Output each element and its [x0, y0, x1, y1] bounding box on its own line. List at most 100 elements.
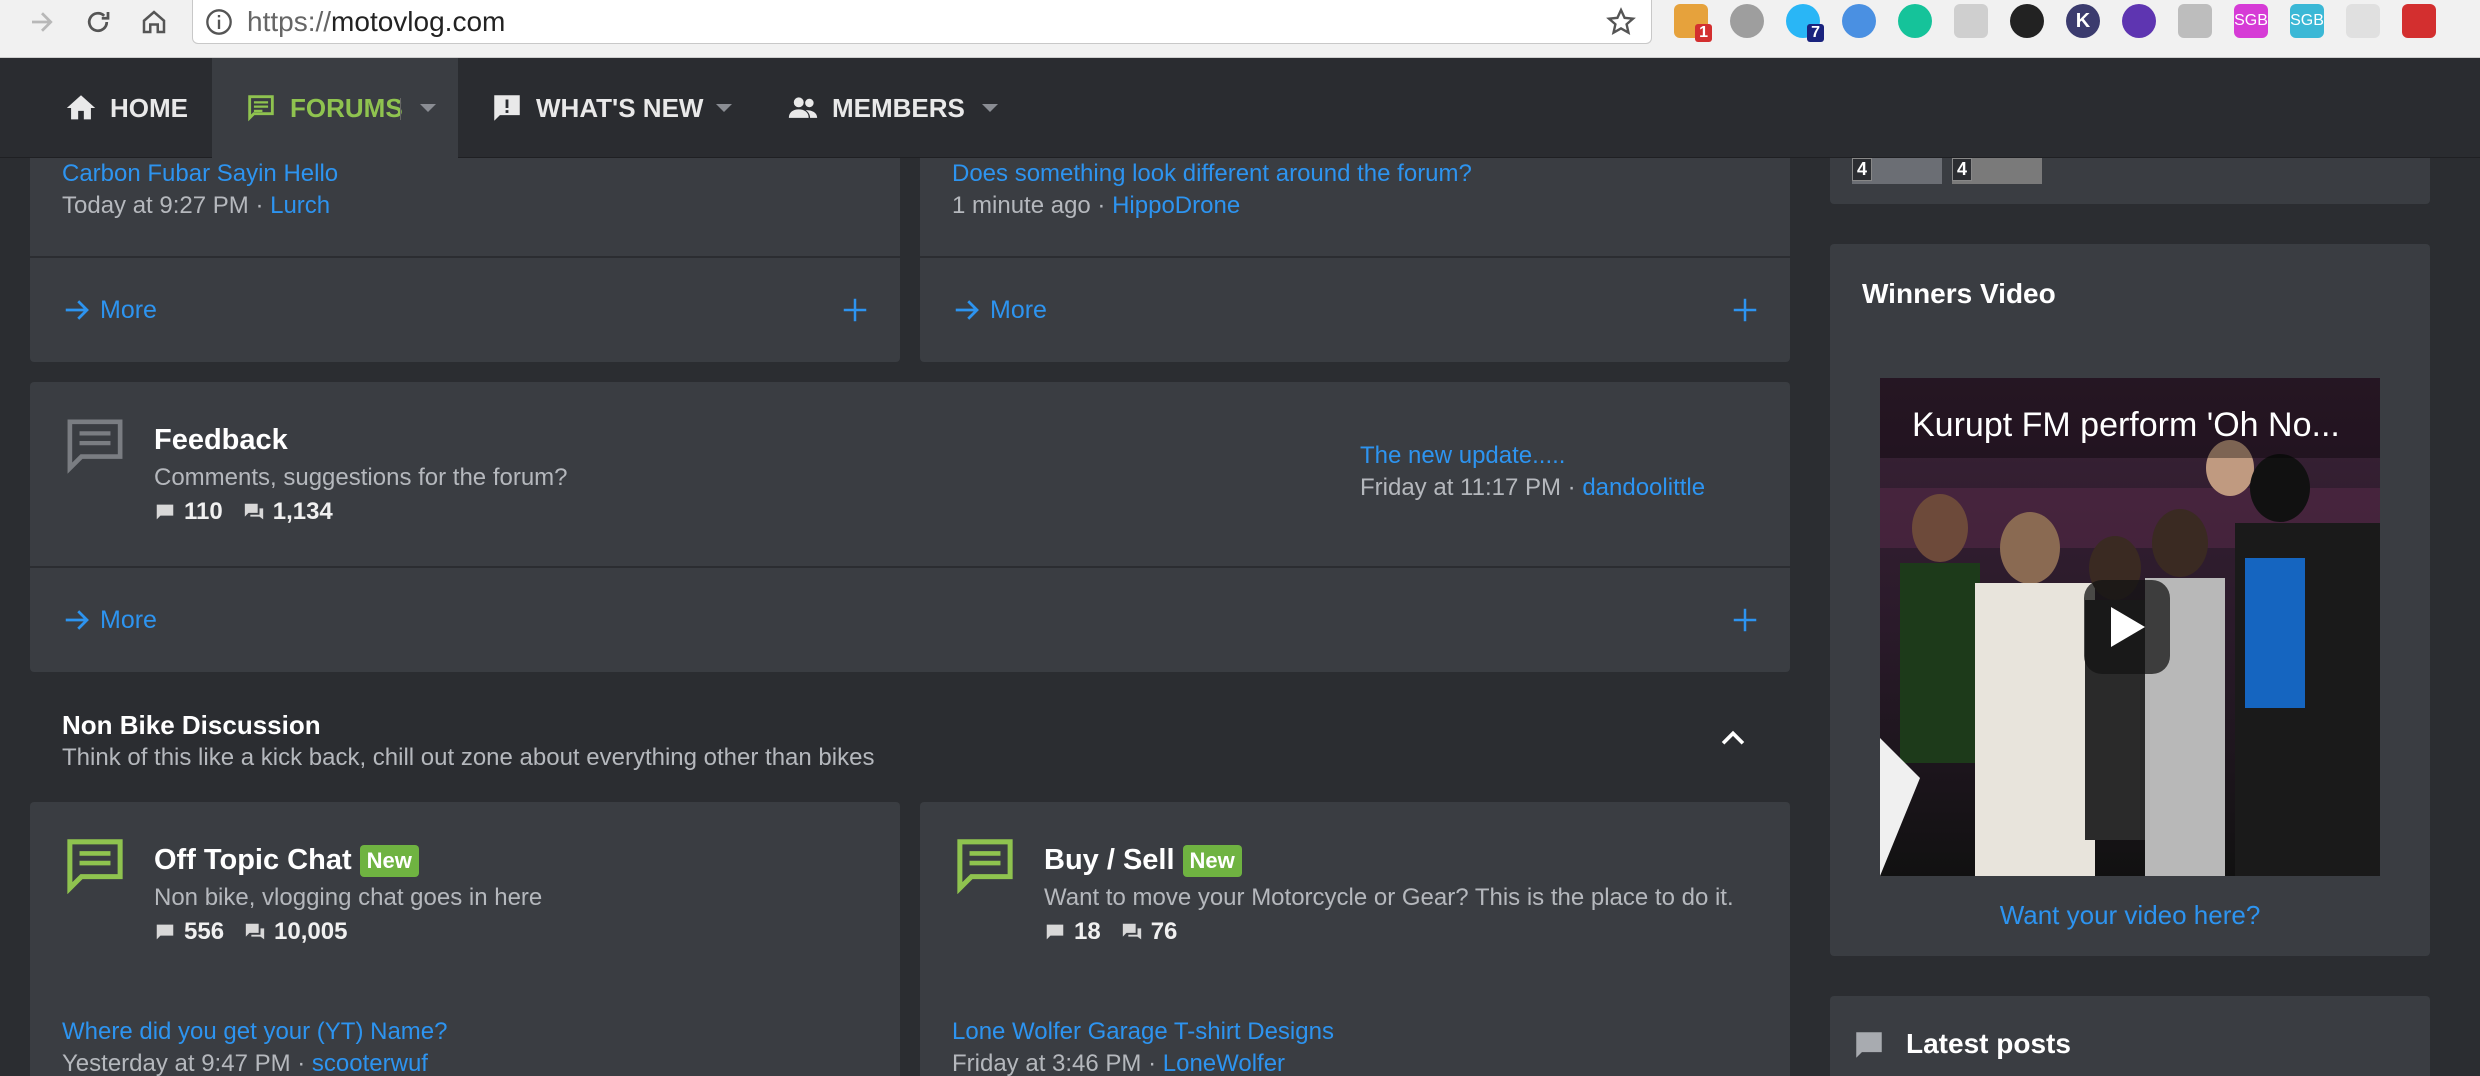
video-cta-link[interactable]: Want your video here? — [1830, 900, 2430, 931]
last-post-title[interactable]: Lone Wolfer Garage T-shirt Designs — [952, 1018, 1334, 1046]
video-play-button[interactable] — [2084, 580, 2170, 674]
last-post-thread-link[interactable]: Carbon Fubar Sayin Hello — [62, 160, 338, 187]
new-badge: New — [1182, 844, 1242, 877]
last-post-thread-link[interactable]: Does something look different around the… — [952, 160, 1472, 187]
more-link[interactable]: More — [100, 606, 157, 635]
plus-icon[interactable] — [840, 295, 870, 325]
avatar-count-badge: 4 — [1952, 158, 1973, 181]
extension-note-icon[interactable] — [2346, 4, 2380, 38]
forum-stats: 556 10,005 — [154, 918, 347, 946]
threads-count: 556 — [184, 918, 225, 945]
last-post-meta: 1 minute ago · HippoDrone — [952, 192, 1241, 219]
nav-forums[interactable]: FORUMS — [212, 58, 458, 158]
last-post-time: 1 minute ago — [952, 192, 1091, 219]
forum-description: Want to move your Motorcycle or Gear? Th… — [1044, 884, 1734, 911]
extension-puzzle-icon[interactable] — [2178, 4, 2212, 38]
nav-members-label: MEMBERS — [832, 92, 965, 123]
extension-k-icon[interactable]: K — [2066, 4, 2100, 38]
reload-button[interactable] — [78, 0, 118, 44]
extension-sgb-icon[interactable]: SGB — [2234, 4, 2268, 38]
forum-title[interactable]: Off Topic Chat New — [154, 844, 419, 877]
last-post-thread-link[interactable]: Lone Wolfer Garage T-shirt Designs — [952, 1018, 1334, 1045]
info-icon[interactable] — [205, 8, 233, 36]
address-bar[interactable]: https://motovlog.com — [192, 0, 1652, 44]
last-post-user-link[interactable]: dandoolittle — [1582, 474, 1705, 501]
arrow-right-icon — [65, 300, 89, 320]
category-title[interactable]: Non Bike Discussion — [62, 710, 321, 741]
last-post-title[interactable]: Carbon Fubar Sayin Hello — [62, 160, 338, 188]
comment-icon — [1856, 1032, 1882, 1058]
last-post-user-link[interactable]: HippoDrone — [1112, 192, 1240, 219]
forum-buy-sell: Buy / Sell New Want to move your Motorcy… — [920, 802, 1790, 1076]
last-post-user-link[interactable]: Lurch — [270, 192, 330, 219]
extension-grammarly-icon[interactable] — [1898, 4, 1932, 38]
extension-arrow-icon[interactable] — [2402, 4, 2436, 38]
members-icon — [788, 97, 818, 118]
members-dropdown-caret[interactable] — [982, 104, 998, 112]
last-post-time: Yesterday at 9:47 PM — [62, 1050, 291, 1076]
nav-whats-new[interactable]: WHAT'S NEW — [490, 58, 703, 158]
last-post-title[interactable]: Where did you get your (YT) Name? — [62, 1018, 448, 1046]
forum-card-top-right: Does something look different around the… — [920, 158, 1790, 362]
forum-title-text[interactable]: Feedback — [154, 424, 288, 457]
last-post-thread-link[interactable]: The new update..... — [1360, 442, 1565, 469]
forums-dropdown-caret[interactable] — [420, 104, 436, 112]
more-link[interactable]: More — [990, 296, 1047, 325]
forum-card-top-left: Carbon Fubar Sayin Hello Today at 9:27 P… — [30, 158, 900, 362]
extension-sgb-icon[interactable]: SGB — [2290, 4, 2324, 38]
nav-home[interactable]: HOME — [64, 58, 188, 158]
forum-description: Non bike, vlogging chat goes in here — [154, 884, 543, 911]
last-post-meta: Yesterday at 9:47 PM · scooterwuf — [62, 1050, 428, 1076]
nav-members[interactable]: MEMBERS — [786, 58, 965, 158]
extension-cookie-icon[interactable]: 1 — [1674, 4, 1712, 42]
nav-whats-new-label: WHAT'S NEW — [536, 92, 704, 123]
home-button[interactable] — [134, 0, 174, 44]
extension-pin-icon[interactable] — [2122, 4, 2156, 38]
plus-icon[interactable] — [1730, 605, 1760, 635]
last-post-title[interactable]: Does something look different around the… — [952, 160, 1472, 188]
more-row[interactable]: More — [920, 258, 1790, 362]
extension-sgb-label: SGB — [2234, 12, 2268, 29]
forward-button[interactable] — [22, 0, 62, 44]
forum-title-text[interactable]: Off Topic Chat — [154, 844, 352, 877]
arrow-right-icon — [32, 12, 53, 32]
nav-home-label: HOME — [110, 92, 188, 123]
chevron-up-icon[interactable] — [1716, 722, 1750, 756]
extension-settings-icon[interactable] — [1842, 4, 1876, 38]
last-post-thread-link[interactable]: Where did you get your (YT) Name? — [62, 1018, 448, 1045]
forum-read-icon — [67, 419, 123, 474]
forum-off-topic-chat: Off Topic Chat New Non bike, vlogging ch… — [30, 802, 900, 1076]
last-post-user-link[interactable]: scooterwuf — [312, 1050, 428, 1076]
avatar-count-badge: 4 — [1852, 158, 1873, 181]
whats-new-dropdown-caret[interactable] — [716, 104, 732, 112]
extension-gear-icon[interactable] — [1730, 4, 1764, 38]
forum-title-text[interactable]: Buy / Sell — [1044, 844, 1175, 877]
more-row[interactable]: More — [30, 568, 1790, 672]
sidebar-latest-posts: Latest posts — [1830, 996, 2430, 1076]
plus-icon[interactable] — [1730, 295, 1760, 325]
url-host: motovlog.com — [331, 5, 506, 37]
url-scheme: https:// — [247, 5, 332, 37]
arrow-right-icon — [955, 300, 979, 320]
more-link[interactable]: More — [100, 296, 157, 325]
forum-title[interactable]: Buy / Sell New — [1044, 844, 1242, 877]
extension-avatar-icon[interactable] — [2010, 4, 2044, 38]
extension-check-icon[interactable] — [1954, 4, 1988, 38]
messages-icon — [244, 503, 263, 520]
last-post-title[interactable]: The new update..... — [1360, 442, 1565, 470]
last-post-user-link[interactable]: LoneWolfer — [1163, 1050, 1285, 1076]
home-outline-icon — [142, 10, 166, 34]
last-post-time: Friday at 11:17 PM — [1360, 474, 1561, 501]
home-icon — [66, 95, 96, 120]
more-row[interactable]: More — [30, 258, 900, 362]
latest-posts-title[interactable]: Latest posts — [1906, 1028, 2071, 1060]
bookmark-star-icon[interactable] — [1605, 6, 1637, 38]
extension-sgb-label: SGB — [2290, 12, 2324, 29]
extension-badge: 7 — [1807, 24, 1824, 42]
play-icon — [2111, 607, 2145, 647]
extension-ghost-icon[interactable]: 7 — [1786, 4, 1824, 42]
video-title[interactable]: Kurupt FM perform 'Oh No... — [1912, 406, 2340, 445]
forum-unread-icon — [67, 839, 123, 894]
messages-count: 10,005 — [274, 918, 348, 945]
forum-title[interactable]: Feedback — [154, 424, 288, 457]
